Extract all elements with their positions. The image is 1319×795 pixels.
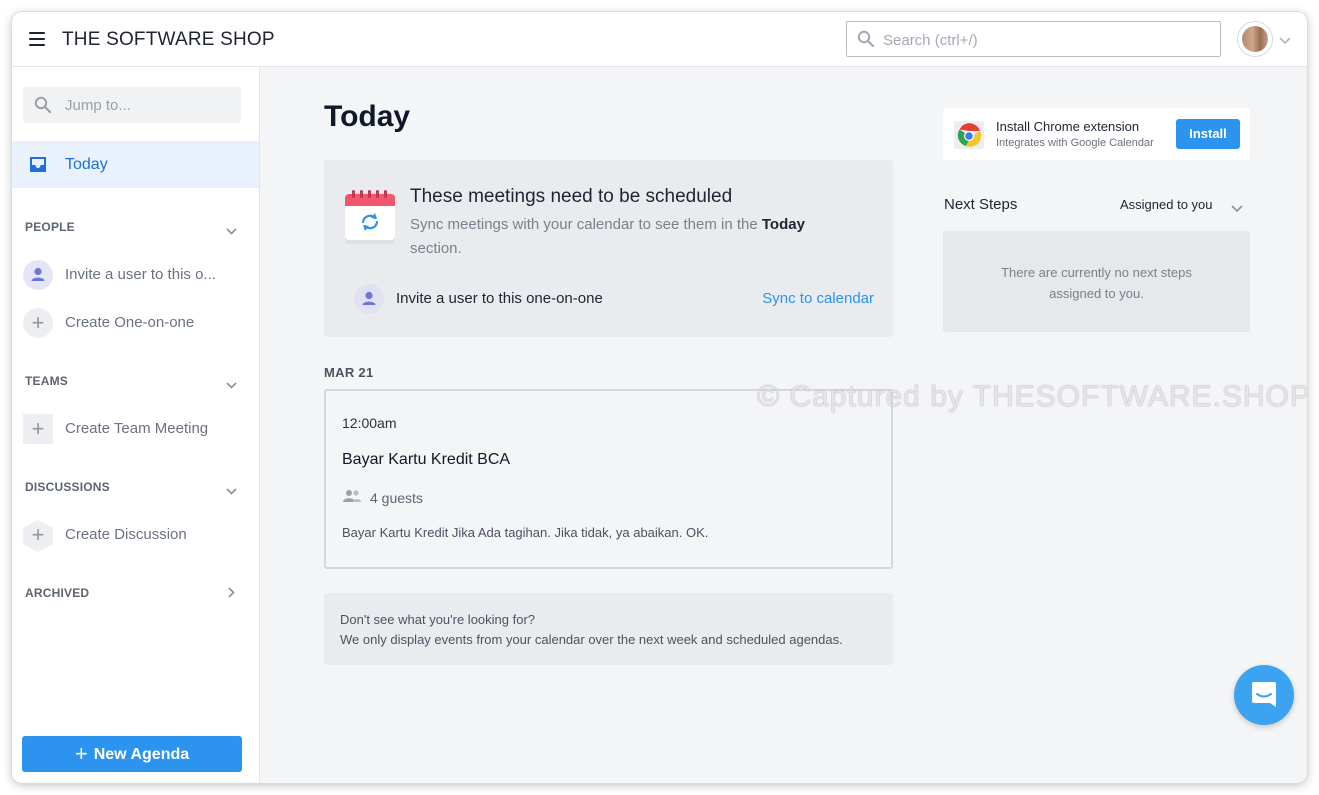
- search-icon: [34, 96, 52, 119]
- event-description: Bayar Kartu Kredit Jika Ada tagihan. Jik…: [342, 525, 709, 540]
- event-guests: 4 guests: [342, 489, 423, 506]
- new-agenda-label: New Agenda: [93, 746, 190, 763]
- sidebar: Jump to... Today PEOPLE Invite a user to…: [12, 67, 260, 783]
- archived-heading[interactable]: ARCHIVED: [25, 586, 89, 600]
- chrome-icon: [954, 121, 984, 154]
- empty-line-2: assigned to you.: [1049, 286, 1144, 301]
- schedule-card-subtitle: Sync meetings with your calendar to see …: [410, 216, 805, 257]
- search-icon: [857, 30, 875, 53]
- next-steps-heading: Next Steps: [944, 196, 1018, 213]
- app-window: THE SOFTWARE SHOP Search (ctrl+/) Jump t…: [12, 12, 1307, 783]
- event-time: 12:00am: [342, 415, 397, 431]
- sync-to-calendar-link[interactable]: Sync to calendar: [762, 290, 874, 307]
- top-bar: THE SOFTWARE SHOP Search (ctrl+/): [12, 12, 1307, 67]
- sidebar-item-today[interactable]: Today: [12, 141, 259, 188]
- teams-heading: TEAMS: [25, 374, 68, 388]
- plus-icon: +: [74, 741, 88, 766]
- assigned-filter-dropdown[interactable]: Assigned to you: [1120, 197, 1213, 212]
- calendar-sync-icon: [344, 190, 396, 251]
- chevron-down-icon[interactable]: [1231, 200, 1243, 218]
- plus-icon: +: [23, 414, 53, 444]
- page-title: Today: [324, 100, 411, 133]
- info-box: Don't see what you're looking for? We on…: [324, 593, 893, 665]
- chevron-down-icon[interactable]: [226, 376, 237, 394]
- brand-title[interactable]: THE SOFTWARE SHOP: [62, 29, 275, 51]
- chevron-down-icon[interactable]: [1279, 32, 1291, 50]
- chevron-right-icon[interactable]: [228, 585, 235, 603]
- chevron-down-icon[interactable]: [226, 482, 237, 500]
- info-line-2: We only display events from your calenda…: [340, 632, 843, 647]
- invite-user-label: Invite a user to this one-on-one: [396, 290, 603, 307]
- sidebar-item-create-team-meeting[interactable]: + Create Team Meeting: [23, 414, 253, 446]
- schedule-card-title: These meetings need to be scheduled: [410, 186, 733, 207]
- sidebar-item-label: Invite a user to this o...: [65, 266, 216, 283]
- event-card[interactable]: 12:00am Bayar Kartu Kredit BCA 4 guests …: [324, 389, 893, 569]
- plus-icon: +: [23, 308, 53, 338]
- user-avatar[interactable]: [1237, 21, 1273, 57]
- plus-icon: +: [23, 520, 53, 552]
- sidebar-item-label: Create One-on-one: [65, 314, 195, 331]
- install-button[interactable]: Install: [1176, 119, 1240, 149]
- search-placeholder: Search (ctrl+/): [883, 32, 978, 49]
- search-input[interactable]: Search (ctrl+/): [846, 21, 1221, 57]
- sidebar-item-create-discussion[interactable]: + Create Discussion: [23, 520, 253, 552]
- user-icon: [354, 284, 384, 314]
- empty-line-1: There are currently no next steps: [1001, 265, 1192, 280]
- chrome-extension-card: Install Chrome extension Integrates with…: [943, 108, 1250, 160]
- chevron-down-icon[interactable]: [226, 222, 237, 240]
- inbox-icon: [29, 156, 47, 178]
- people-heading: PEOPLE: [25, 220, 75, 234]
- info-line-1: Don't see what you're looking for?: [340, 612, 536, 627]
- invite-user-row[interactable]: Invite a user to this one-on-one Sync to…: [354, 284, 874, 314]
- sidebar-item-label: Create Team Meeting: [65, 420, 209, 437]
- discussions-heading: DISCUSSIONS: [25, 480, 110, 494]
- people-icon: [342, 490, 362, 506]
- chat-button[interactable]: [1234, 665, 1294, 725]
- event-title: Bayar Kartu Kredit BCA: [342, 451, 511, 468]
- jump-to-placeholder: Jump to...: [65, 97, 131, 114]
- menu-icon[interactable]: [29, 32, 45, 46]
- jump-to-input[interactable]: Jump to...: [23, 87, 241, 123]
- user-icon: [23, 260, 53, 290]
- watermark: © Captured by THESOFTWARE.SHOP: [757, 380, 1307, 413]
- sidebar-item-label: Create Discussion: [65, 526, 187, 543]
- next-steps-empty-state: There are currently no next steps assign…: [943, 231, 1250, 332]
- sidebar-item-label: Today: [65, 156, 108, 173]
- schedule-meetings-card: These meetings need to be scheduled Sync…: [324, 160, 893, 337]
- sidebar-item-create-one-on-one[interactable]: + Create One-on-one: [23, 308, 253, 340]
- new-agenda-button[interactable]: + New Agenda: [22, 736, 242, 772]
- sidebar-item-invite-user[interactable]: Invite a user to this o...: [23, 260, 253, 292]
- date-heading: MAR 21: [324, 365, 374, 380]
- extension-subtitle: Integrates with Google Calendar: [996, 137, 1154, 149]
- guests-count: 4 guests: [370, 490, 423, 506]
- extension-title: Install Chrome extension: [996, 119, 1140, 134]
